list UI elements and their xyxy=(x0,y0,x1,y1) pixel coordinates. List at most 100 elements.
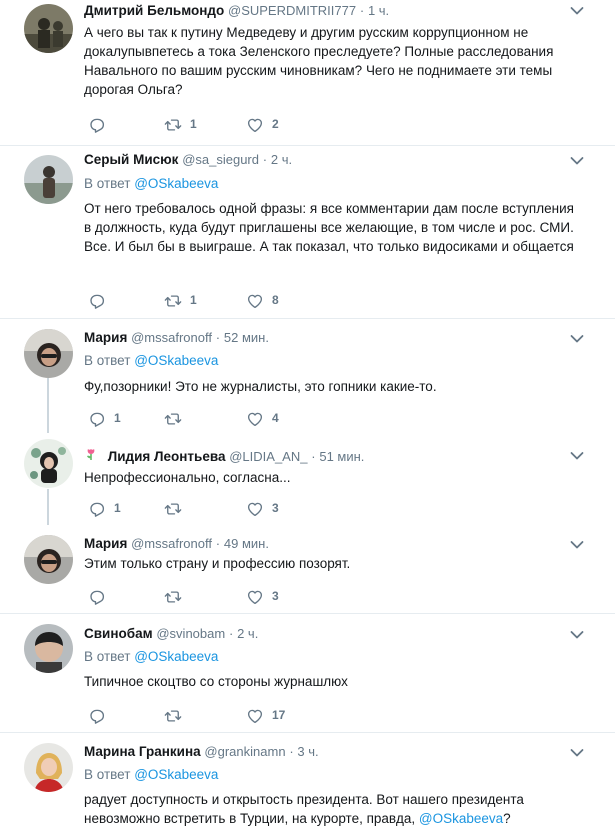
retweet-count: 1 xyxy=(190,117,197,131)
separator-dot: · xyxy=(215,330,221,345)
timestamp[interactable]: 3 ч. xyxy=(297,744,318,759)
like-count: 2 xyxy=(272,117,279,131)
author-handle[interactable]: @SUPERDMITRII777 xyxy=(228,3,356,18)
timestamp[interactable]: 2 ч. xyxy=(237,626,258,641)
reply-context: В ответ @OSkabeeva xyxy=(84,766,218,784)
author-name[interactable]: Серый Мисюк xyxy=(84,152,178,167)
reply-icon xyxy=(88,410,106,428)
tweet-actions: 1 3 xyxy=(84,498,384,518)
tweet-text: А чего вы так к путину Медведеву и други… xyxy=(84,25,554,97)
retweet-icon xyxy=(164,588,182,606)
reply-icon xyxy=(88,292,106,310)
tweet-sery-misyuk[interactable]: Серый Мисюк @sa_siegurd · 2 ч. В ответ @… xyxy=(0,146,615,318)
separator-dot: · xyxy=(311,449,316,464)
retweet-icon xyxy=(164,500,182,518)
chevron-down-icon[interactable] xyxy=(570,540,584,550)
chevron-down-icon[interactable] xyxy=(570,451,584,461)
avatar[interactable] xyxy=(24,624,73,673)
heart-icon xyxy=(246,410,264,428)
chevron-down-icon[interactable] xyxy=(570,748,584,758)
reply-to-link[interactable]: @OSkabeeva xyxy=(134,649,218,664)
timestamp[interactable]: 2 ч. xyxy=(271,152,292,167)
tweet-text: Непрофессионально, согласна... xyxy=(84,470,291,485)
mention-link[interactable]: @OSkabeeva xyxy=(419,811,503,826)
reply-icon xyxy=(88,116,106,134)
chevron-down-icon[interactable] xyxy=(570,630,584,640)
author-name[interactable]: Лидия Леонтьева xyxy=(108,449,226,464)
author-handle[interactable]: @svinobam xyxy=(156,626,225,641)
tweet-header: Свинобам @svinobam · 2 ч. xyxy=(84,625,258,643)
tweet-svinobam[interactable]: Свинобам @svinobam · 2 ч. В ответ @OSkab… xyxy=(0,614,615,732)
tweet-actions: 1 8 xyxy=(84,290,384,310)
author-name[interactable]: Свинобам xyxy=(84,626,153,641)
tweet-text: Этим только страну и профессию позорят. xyxy=(84,556,351,571)
tweet-header: Лидия Леонтьева @LIDIA_AN_ · 51 мин. xyxy=(84,447,364,465)
reply-prefix: В ответ xyxy=(84,767,131,782)
heart-icon xyxy=(246,116,264,134)
author-handle[interactable]: @sa_siegurd xyxy=(182,152,259,167)
tweet-text: Типичное скоцтво со стороны журнашлюх xyxy=(84,674,348,689)
author-name[interactable]: Дмитрий Бельмондо xyxy=(84,3,224,18)
avatar[interactable] xyxy=(24,439,73,488)
separator-dot: · xyxy=(262,152,268,167)
separator-dot: · xyxy=(215,536,221,551)
chevron-down-icon[interactable] xyxy=(570,334,584,344)
reply-count: 1 xyxy=(114,411,121,425)
avatar[interactable] xyxy=(24,4,73,53)
tweet-text: радует доступность и открытость президен… xyxy=(84,790,584,828)
tweet-dmitry-belmondo[interactable]: Дмитрий Бельмондо @SUPERDMITRII777 · 1 ч… xyxy=(0,0,615,145)
tweet-actions: 3 xyxy=(84,586,384,606)
retweet-icon xyxy=(164,292,182,310)
avatar[interactable] xyxy=(24,155,73,204)
like-count: 4 xyxy=(272,411,279,425)
tweet-actions: 17 xyxy=(84,705,384,725)
tweet-maria-2[interactable]: Мария @mssafronoff · 49 мин. Этим только… xyxy=(0,525,615,613)
avatar[interactable] xyxy=(24,329,73,378)
tweet-actions: 1 2 xyxy=(84,114,384,134)
avatar[interactable] xyxy=(24,743,73,792)
tweet-lidia-leontyeva[interactable]: Лидия Леонтьева @LIDIA_AN_ · 51 мин. Неп… xyxy=(0,435,615,525)
reply-to-link[interactable]: @OSkabeeva xyxy=(134,176,218,191)
author-handle[interactable]: @mssafronoff xyxy=(131,536,212,551)
reply-to-link[interactable]: @OSkabeeva xyxy=(134,767,218,782)
author-handle[interactable]: @LIDIA_AN_ xyxy=(229,449,307,464)
author-name[interactable]: Мария xyxy=(84,536,127,551)
reply-icon xyxy=(88,588,106,606)
author-name[interactable]: Мария xyxy=(84,330,127,345)
author-name[interactable]: Марина Гранкина xyxy=(84,744,201,759)
chevron-down-icon[interactable] xyxy=(570,6,584,16)
separator-dot: · xyxy=(228,626,234,641)
chevron-down-icon[interactable] xyxy=(570,156,584,166)
timestamp[interactable]: 49 мин. xyxy=(224,536,269,551)
tweet-header: Марина Гранкина @grankinamn · 3 ч. xyxy=(84,743,319,761)
heart-icon xyxy=(246,500,264,518)
retweet-icon xyxy=(164,707,182,725)
heart-icon xyxy=(246,707,264,725)
like-count: 8 xyxy=(272,293,279,307)
separator-dot: · xyxy=(289,744,294,759)
reply-prefix: В ответ xyxy=(84,176,131,191)
reply-icon xyxy=(88,707,106,725)
timestamp[interactable]: 51 мин. xyxy=(319,449,364,464)
tweet-header: Серый Мисюк @sa_siegurd · 2 ч. xyxy=(84,151,292,169)
tweet-text: Фу,позорники! Это не журналисты, это гоп… xyxy=(84,379,437,394)
like-count: 17 xyxy=(272,708,286,722)
tweet-maria-1[interactable]: Мария @mssafronoff · 52 мин. В ответ @OS… xyxy=(0,319,615,431)
heart-icon xyxy=(246,588,264,606)
reply-context: В ответ @OSkabeeva xyxy=(84,175,218,193)
author-handle[interactable]: @mssafronoff xyxy=(131,330,212,345)
tweet-text: От него требовалось одной фразы: я все к… xyxy=(84,201,574,254)
tweet-header: Мария @mssafronoff · 52 мин. xyxy=(84,329,269,347)
separator-dot: · xyxy=(359,3,365,18)
tweet-marina-grankina[interactable]: Марина Гранкина @grankinamn · 3 ч. В отв… xyxy=(0,733,615,833)
reply-to-link[interactable]: @OSkabeeva xyxy=(134,353,218,368)
like-count: 3 xyxy=(272,589,279,603)
reply-count: 1 xyxy=(114,501,121,515)
tweet-header: Дмитрий Бельмондо @SUPERDMITRII777 · 1 ч… xyxy=(84,2,389,20)
reply-prefix: В ответ xyxy=(84,649,131,664)
timestamp[interactable]: 52 мин. xyxy=(224,330,269,345)
avatar[interactable] xyxy=(24,535,73,584)
retweet-count: 1 xyxy=(190,293,197,307)
author-handle[interactable]: @grankinamn xyxy=(204,744,285,759)
timestamp[interactable]: 1 ч. xyxy=(368,3,389,18)
